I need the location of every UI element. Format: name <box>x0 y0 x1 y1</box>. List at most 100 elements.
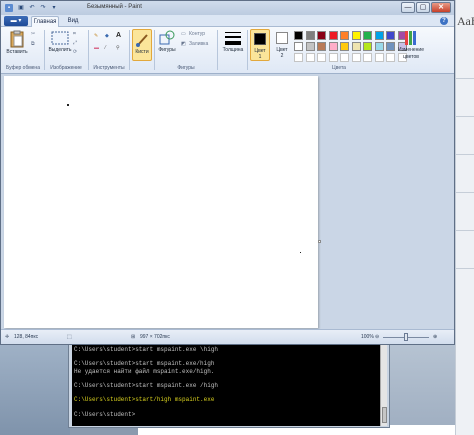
divider <box>456 192 474 193</box>
select-button[interactable]: Выделить <box>45 47 75 53</box>
custom-color-swatch[interactable] <box>294 53 303 62</box>
custom-color-swatch[interactable] <box>305 53 315 62</box>
paint-app-icon[interactable]: ▪ <box>5 4 13 12</box>
color-swatch[interactable] <box>374 42 384 51</box>
status-bar: ✛ 128, 84пкс ⬚ ⊞ 997 × 702пкс 100% ⊖ ⊕ <box>1 329 454 344</box>
console-line: C:\Users\student>start mspaint.exe /high <box>74 382 219 390</box>
fill-icon[interactable]: ◆ <box>105 33 109 39</box>
tab-view[interactable]: Вид <box>63 16 83 27</box>
outline-icon[interactable]: ▭ <box>181 31 186 37</box>
select-icon[interactable] <box>51 31 69 45</box>
edit-colors-button-line2: цветов <box>403 54 419 60</box>
zoom-out-button[interactable]: ⊖ <box>375 334 379 340</box>
drawing-canvas[interactable] <box>4 76 318 328</box>
text-icon[interactable]: A <box>116 32 121 39</box>
color-swatch[interactable] <box>294 31 303 40</box>
divider <box>456 78 474 79</box>
color-swatch[interactable] <box>351 31 361 40</box>
cut-icon[interactable]: ✂ <box>31 31 35 37</box>
canvas-resize-handle[interactable] <box>318 240 321 243</box>
color-swatch[interactable] <box>363 42 372 51</box>
selection-size-icon: ⬚ <box>67 334 72 340</box>
divider <box>456 230 474 231</box>
paste-button[interactable]: Вставить <box>4 49 30 55</box>
color2-number: 2 <box>280 53 284 59</box>
brushes-button[interactable]: Кисти <box>132 29 152 61</box>
size-icon[interactable] <box>224 30 242 46</box>
color-swatch[interactable] <box>317 42 326 51</box>
customize-toolbar-icon[interactable]: ▾ <box>50 4 58 12</box>
color-swatch[interactable] <box>363 31 372 40</box>
console-line: Не удается найти файл mspaint.exe/high. <box>74 367 215 375</box>
resize-icon[interactable]: ⤢ <box>73 40 77 46</box>
color-swatch[interactable] <box>328 42 338 51</box>
cursor-position: 128, 84пкс <box>14 334 39 340</box>
custom-color-swatch[interactable] <box>317 53 326 62</box>
custom-color-swatch[interactable] <box>340 53 349 62</box>
custom-color-swatch[interactable] <box>363 53 372 62</box>
background-document-window: АаБ <box>455 0 474 435</box>
title-bar[interactable]: ▪ ▣ ↶ ↷ ▾ Безымянный - Paint — ▢ ✕ <box>1 1 454 15</box>
crop-icon[interactable]: ⌗ <box>73 31 76 37</box>
color-picker-icon[interactable]: ⁄ <box>105 45 106 51</box>
paint-menu-button[interactable]: ▬ ▾ <box>4 16 28 26</box>
color-swatch[interactable] <box>386 31 395 40</box>
shapes-group-label: Фигуры <box>177 65 195 71</box>
zoom-in-button[interactable]: ⊕ <box>433 334 437 340</box>
custom-color-swatch[interactable] <box>328 53 338 62</box>
size-button[interactable]: Толщина <box>218 47 248 53</box>
color-swatch[interactable] <box>305 31 315 40</box>
fill-shape-icon[interactable]: ◩ <box>181 41 186 47</box>
magnifier-icon[interactable]: ⚲ <box>116 45 120 51</box>
color-swatch[interactable] <box>294 42 303 51</box>
clipboard-group-label: Буфер обмена <box>6 65 40 71</box>
console-scrollbar[interactable] <box>380 343 387 426</box>
desktop-background <box>0 345 70 435</box>
edit-colors-button[interactable]: Изменение <box>393 47 429 53</box>
color-swatch[interactable] <box>305 42 315 51</box>
shapes-button[interactable]: Фигуры <box>155 47 179 53</box>
maximize-button[interactable]: ▢ <box>416 2 430 13</box>
window-title: Безымянный - Paint <box>87 4 142 10</box>
edit-colors-icon[interactable] <box>404 30 418 46</box>
console-line: C:\Users\student>start mspaint.exe \high <box>74 346 219 353</box>
zoom-level: 100% <box>361 334 374 340</box>
custom-color-swatch[interactable] <box>351 53 361 62</box>
color-swatch[interactable] <box>340 42 349 51</box>
color-swatch[interactable] <box>340 31 349 40</box>
save-icon[interactable]: ▣ <box>17 4 25 12</box>
canvas-dot <box>67 104 69 106</box>
outline-button[interactable]: Контур <box>189 31 205 37</box>
redo-icon[interactable]: ↷ <box>39 4 47 12</box>
console-line: C:\Users\student>start mspaint.exe/high <box>74 360 215 368</box>
shapes-icon[interactable] <box>159 30 175 46</box>
help-icon[interactable]: ? <box>440 17 448 25</box>
cursor-position-icon: ✛ <box>5 334 10 340</box>
canvas-size: 997 × 702пкс <box>140 334 170 340</box>
canvas-size-icon: ⊞ <box>131 334 136 340</box>
color1-chip <box>254 33 266 45</box>
color-swatch[interactable] <box>351 42 361 51</box>
color-swatch[interactable] <box>328 31 338 40</box>
custom-color-swatch[interactable] <box>374 53 384 62</box>
canvas-dot <box>300 252 301 253</box>
minimize-button[interactable]: — <box>401 2 415 13</box>
zoom-slider-thumb[interactable] <box>404 333 408 341</box>
pencil-icon[interactable]: ✎ <box>94 33 98 39</box>
paste-icon[interactable] <box>9 30 25 48</box>
eraser-icon[interactable]: ▬ <box>94 45 99 51</box>
console-output[interactable]: C:\Users\student>start mspaint.exe \high… <box>72 343 381 426</box>
scrollbar-thumb[interactable] <box>382 407 387 423</box>
close-button[interactable]: ✕ <box>431 2 451 13</box>
copy-icon[interactable]: ⧉ <box>31 41 35 47</box>
rotate-icon[interactable]: ⟳ <box>73 49 77 55</box>
undo-icon[interactable]: ↶ <box>28 4 36 12</box>
color-swatch[interactable] <box>374 31 384 40</box>
command-prompt-window[interactable]: C:\Users\student>start mspaint.exe \high… <box>68 338 390 428</box>
color-swatch[interactable] <box>317 31 326 40</box>
fill-button[interactable]: Заливка <box>189 41 208 47</box>
color1-button[interactable]: Цвет 1 <box>250 29 270 61</box>
tab-home[interactable]: Главная <box>31 16 59 27</box>
